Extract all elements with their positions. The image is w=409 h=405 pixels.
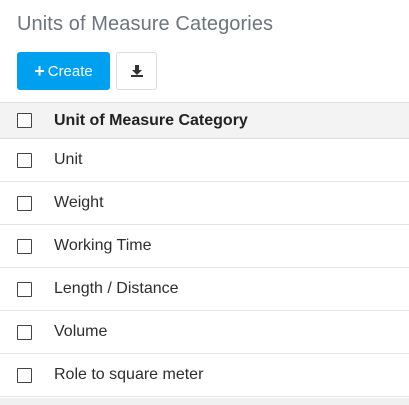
table-footer xyxy=(0,398,409,405)
page-title: Units of Measure Categories xyxy=(17,13,274,35)
row-label: Volume xyxy=(54,323,108,340)
row-checkbox[interactable] xyxy=(17,152,32,168)
table-row[interactable]: Role to square meter xyxy=(0,354,409,397)
table-header-row: Unit of Measure Category xyxy=(0,102,409,139)
table-row[interactable]: Weight xyxy=(0,182,409,225)
row-checkbox[interactable] xyxy=(17,281,32,297)
table-row[interactable]: Working Time xyxy=(0,225,409,268)
select-all-checkbox[interactable] xyxy=(17,113,32,128)
create-button[interactable]: + Create xyxy=(17,52,110,90)
download-button[interactable] xyxy=(116,52,157,90)
row-checkbox[interactable] xyxy=(17,238,32,254)
row-label: Role to square meter xyxy=(54,366,204,383)
row-checkbox[interactable] xyxy=(17,195,32,211)
column-header-category[interactable]: Unit of Measure Category xyxy=(54,112,248,130)
table-row[interactable]: Unit xyxy=(0,139,409,182)
plus-icon: + xyxy=(34,61,45,81)
table-row[interactable]: Volume xyxy=(0,311,409,354)
create-button-label: Create xyxy=(47,62,93,80)
row-label: Weight xyxy=(54,194,104,211)
uom-category-table: Unit of Measure Category Unit Weight Wor… xyxy=(0,102,409,397)
table-row[interactable]: Length / Distance xyxy=(0,268,409,311)
page: Units of Measure Categories + Create Uni… xyxy=(0,0,409,405)
row-label: Length / Distance xyxy=(54,280,179,297)
row-checkbox[interactable] xyxy=(17,367,32,383)
download-icon xyxy=(130,65,143,77)
row-label: Unit xyxy=(54,151,83,168)
row-checkbox[interactable] xyxy=(17,324,32,340)
row-label: Working Time xyxy=(54,237,152,254)
